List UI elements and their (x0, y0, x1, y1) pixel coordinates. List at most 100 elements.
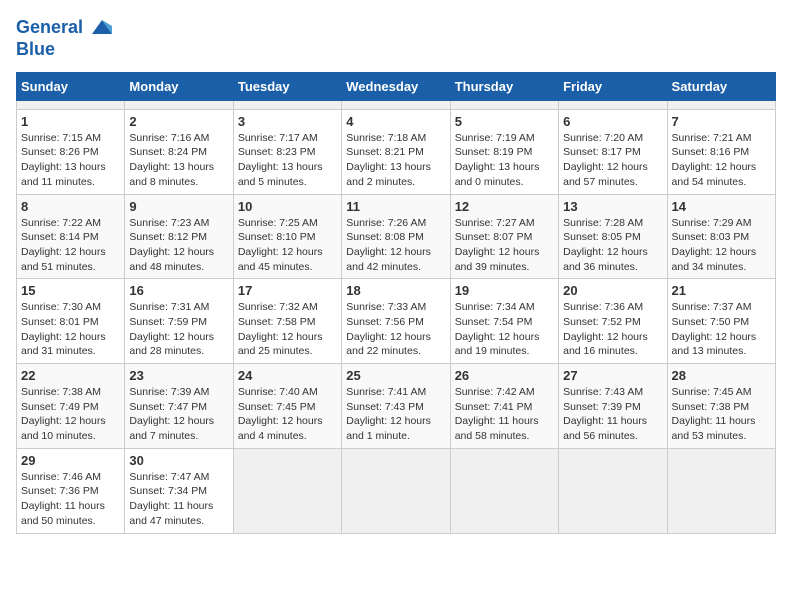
day-info: Sunrise: 7:45 AM Sunset: 7:38 PM Dayligh… (672, 385, 771, 444)
day-info: Sunrise: 7:23 AM Sunset: 8:12 PM Dayligh… (129, 216, 228, 275)
day-info: Sunrise: 7:15 AM Sunset: 8:26 PM Dayligh… (21, 131, 120, 190)
day-cell (233, 100, 341, 109)
day-cell: 4 Sunrise: 7:18 AM Sunset: 8:21 PM Daylig… (342, 109, 450, 194)
header-cell-saturday: Saturday (667, 72, 775, 100)
day-number: 4 (346, 114, 445, 129)
header-row: SundayMondayTuesdayWednesdayThursdayFrid… (17, 72, 776, 100)
day-cell: 14 Sunrise: 7:29 AM Sunset: 8:03 PM Dayli… (667, 194, 775, 279)
day-cell: 15Sunrise: 7:30 AM Sunset: 8:01 PM Dayli… (17, 279, 125, 364)
day-number: 6 (563, 114, 662, 129)
day-number: 2 (129, 114, 228, 129)
day-cell: 3 Sunrise: 7:17 AM Sunset: 8:23 PM Daylig… (233, 109, 341, 194)
day-number: 8 (21, 199, 120, 214)
day-cell: 29Sunrise: 7:46 AM Sunset: 7:36 PM Dayli… (17, 448, 125, 533)
day-cell: 30 Sunrise: 7:47 AM Sunset: 7:34 PM Dayli… (125, 448, 233, 533)
day-number: 14 (672, 199, 771, 214)
day-cell: 17Sunrise: 7:32 AM Sunset: 7:58 PM Dayli… (233, 279, 341, 364)
day-cell: 5 Sunrise: 7:19 AM Sunset: 8:19 PM Daylig… (450, 109, 558, 194)
day-number: 24 (238, 368, 337, 383)
day-cell: 22 Sunrise: 7:38 AM Sunset: 7:49 PM Dayli… (17, 364, 125, 449)
page-header: General Blue (16, 16, 776, 60)
week-row-0 (17, 100, 776, 109)
day-number: 17 (238, 283, 337, 298)
day-cell (667, 100, 775, 109)
day-info: Sunrise: 7:37 AM Sunset: 7:50 PM Dayligh… (672, 300, 771, 359)
logo-text2: Blue (16, 40, 114, 60)
day-cell: 20 Sunrise: 7:36 AM Sunset: 7:52 PM Dayli… (559, 279, 667, 364)
day-cell: 25 Sunrise: 7:41 AM Sunset: 7:43 PM Dayli… (342, 364, 450, 449)
day-cell: 11Sunrise: 7:26 AM Sunset: 8:08 PM Dayli… (342, 194, 450, 279)
day-cell (559, 448, 667, 533)
day-number: 20 (563, 283, 662, 298)
day-info: Sunrise: 7:17 AM Sunset: 8:23 PM Dayligh… (238, 131, 337, 190)
day-number: 3 (238, 114, 337, 129)
day-info: Sunrise: 7:43 AM Sunset: 7:39 PM Dayligh… (563, 385, 662, 444)
day-cell: 10Sunrise: 7:25 AM Sunset: 8:10 PM Dayli… (233, 194, 341, 279)
week-row-3: 15Sunrise: 7:30 AM Sunset: 8:01 PM Dayli… (17, 279, 776, 364)
day-info: Sunrise: 7:41 AM Sunset: 7:43 PM Dayligh… (346, 385, 445, 444)
day-cell: 12 Sunrise: 7:27 AM Sunset: 8:07 PM Dayli… (450, 194, 558, 279)
day-cell: 7Sunrise: 7:21 AM Sunset: 8:16 PM Daylig… (667, 109, 775, 194)
day-cell (342, 100, 450, 109)
logo-text: General (16, 16, 114, 40)
day-number: 9 (129, 199, 228, 214)
day-cell (450, 100, 558, 109)
day-cell: 9 Sunrise: 7:23 AM Sunset: 8:12 PM Daylig… (125, 194, 233, 279)
day-info: Sunrise: 7:36 AM Sunset: 7:52 PM Dayligh… (563, 300, 662, 359)
day-cell: 1 Sunrise: 7:15 AM Sunset: 8:26 PM Daylig… (17, 109, 125, 194)
week-row-2: 8Sunrise: 7:22 AM Sunset: 8:14 PM Daylig… (17, 194, 776, 279)
day-cell (559, 100, 667, 109)
logo-icon (90, 16, 114, 40)
day-number: 22 (21, 368, 120, 383)
day-number: 16 (129, 283, 228, 298)
day-info: Sunrise: 7:31 AM Sunset: 7:59 PM Dayligh… (129, 300, 228, 359)
day-cell: 19Sunrise: 7:34 AM Sunset: 7:54 PM Dayli… (450, 279, 558, 364)
header-cell-tuesday: Tuesday (233, 72, 341, 100)
day-info: Sunrise: 7:18 AM Sunset: 8:21 PM Dayligh… (346, 131, 445, 190)
day-info: Sunrise: 7:19 AM Sunset: 8:19 PM Dayligh… (455, 131, 554, 190)
day-number: 21 (672, 283, 771, 298)
day-number: 1 (21, 114, 120, 129)
week-row-1: 1 Sunrise: 7:15 AM Sunset: 8:26 PM Daylig… (17, 109, 776, 194)
day-info: Sunrise: 7:29 AM Sunset: 8:03 PM Dayligh… (672, 216, 771, 275)
day-number: 12 (455, 199, 554, 214)
day-cell (667, 448, 775, 533)
day-cell: 16 Sunrise: 7:31 AM Sunset: 7:59 PM Dayli… (125, 279, 233, 364)
week-row-5: 29Sunrise: 7:46 AM Sunset: 7:36 PM Dayli… (17, 448, 776, 533)
header-cell-thursday: Thursday (450, 72, 558, 100)
day-cell: 2 Sunrise: 7:16 AM Sunset: 8:24 PM Daylig… (125, 109, 233, 194)
day-number: 7 (672, 114, 771, 129)
week-row-4: 22 Sunrise: 7:38 AM Sunset: 7:49 PM Dayli… (17, 364, 776, 449)
day-cell (17, 100, 125, 109)
day-info: Sunrise: 7:26 AM Sunset: 8:08 PM Dayligh… (346, 216, 445, 275)
day-number: 23 (129, 368, 228, 383)
day-info: Sunrise: 7:47 AM Sunset: 7:34 PM Dayligh… (129, 470, 228, 529)
day-info: Sunrise: 7:38 AM Sunset: 7:49 PM Dayligh… (21, 385, 120, 444)
header-cell-friday: Friday (559, 72, 667, 100)
day-number: 30 (129, 453, 228, 468)
day-info: Sunrise: 7:46 AM Sunset: 7:36 PM Dayligh… (21, 470, 120, 529)
header-cell-wednesday: Wednesday (342, 72, 450, 100)
day-cell: 13Sunrise: 7:28 AM Sunset: 8:05 PM Dayli… (559, 194, 667, 279)
day-info: Sunrise: 7:16 AM Sunset: 8:24 PM Dayligh… (129, 131, 228, 190)
day-info: Sunrise: 7:27 AM Sunset: 8:07 PM Dayligh… (455, 216, 554, 275)
day-info: Sunrise: 7:20 AM Sunset: 8:17 PM Dayligh… (563, 131, 662, 190)
day-number: 5 (455, 114, 554, 129)
day-cell: 26 Sunrise: 7:42 AM Sunset: 7:41 PM Dayli… (450, 364, 558, 449)
day-info: Sunrise: 7:25 AM Sunset: 8:10 PM Dayligh… (238, 216, 337, 275)
day-cell: 27Sunrise: 7:43 AM Sunset: 7:39 PM Dayli… (559, 364, 667, 449)
day-number: 26 (455, 368, 554, 383)
day-info: Sunrise: 7:42 AM Sunset: 7:41 PM Dayligh… (455, 385, 554, 444)
day-cell: 24Sunrise: 7:40 AM Sunset: 7:45 PM Dayli… (233, 364, 341, 449)
day-info: Sunrise: 7:33 AM Sunset: 7:56 PM Dayligh… (346, 300, 445, 359)
day-cell (125, 100, 233, 109)
day-cell: 23 Sunrise: 7:39 AM Sunset: 7:47 PM Dayli… (125, 364, 233, 449)
day-number: 25 (346, 368, 445, 383)
calendar-table: SundayMondayTuesdayWednesdayThursdayFrid… (16, 72, 776, 534)
day-info: Sunrise: 7:28 AM Sunset: 8:05 PM Dayligh… (563, 216, 662, 275)
day-cell: 8Sunrise: 7:22 AM Sunset: 8:14 PM Daylig… (17, 194, 125, 279)
day-cell (342, 448, 450, 533)
header-cell-monday: Monday (125, 72, 233, 100)
day-cell: 18Sunrise: 7:33 AM Sunset: 7:56 PM Dayli… (342, 279, 450, 364)
day-info: Sunrise: 7:39 AM Sunset: 7:47 PM Dayligh… (129, 385, 228, 444)
